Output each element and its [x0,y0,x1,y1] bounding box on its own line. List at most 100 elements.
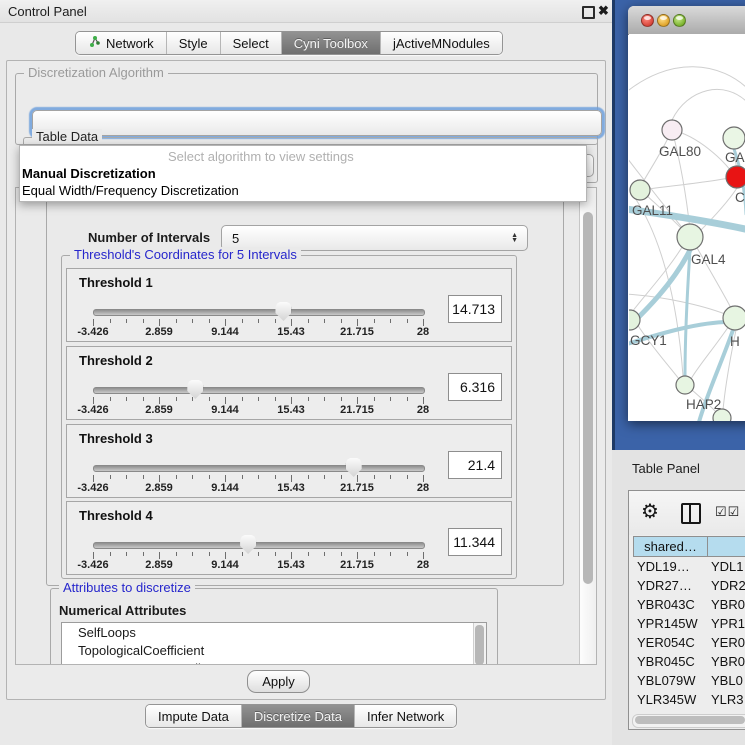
h-node[interactable] [723,306,745,330]
tab-impute-data[interactable]: Impute Data [146,705,242,727]
gcy1-node[interactable] [629,310,640,330]
table-row[interactable]: YDL19…YDL1 [633,557,745,576]
column-header-shared[interactable]: shared… [633,536,708,557]
hap2-node[interactable] [676,376,694,394]
tick-mark [258,552,259,556]
number-of-intervals-value: 5 [232,231,239,246]
scrollbar-thumb[interactable] [583,212,593,584]
node-label: H [730,334,740,349]
tick-mark [390,319,391,323]
tab-style[interactable]: Style [167,32,221,54]
node-label: GAL11 [632,203,673,218]
tick-mark [110,319,111,323]
network-graph[interactable]: GAL80GAGAL11CGAL4GCY1HHAP2 [629,34,745,421]
slider-track[interactable] [93,465,425,472]
tick-mark [176,552,177,556]
table-row[interactable]: YBR043CYBR0 [633,595,745,614]
tick-mark [291,397,292,404]
slider-track[interactable] [93,542,425,549]
gal4-node[interactable] [677,224,703,250]
tick-mark [407,397,408,401]
tab-network[interactable]: Network [76,32,167,54]
zoom-traffic-light[interactable] [673,14,686,27]
tick-mark [159,475,160,482]
network-canvas[interactable]: GAL80GAGAL11CGAL4GCY1HHAP2 [629,34,745,421]
vertical-scrollbar[interactable] [579,188,596,664]
tick-mark [374,397,375,401]
table-row[interactable]: YBR045CYBR0 [633,652,745,671]
minimize-traffic-light[interactable] [657,14,670,27]
tab-cyni-toolbox[interactable]: Cyni Toolbox [282,32,381,54]
tick-label: 9.144 [211,404,239,416]
threshold-value-field[interactable]: 6.316 [448,373,502,401]
threshold-panel: Threshold 2-3.4262.8599.14415.4321.71528… [66,346,512,420]
close-icon[interactable]: ✖ [598,3,609,19]
select-columns-icon[interactable]: ☑☑ [715,504,740,520]
tab-discretize-data[interactable]: Discretize Data [242,705,355,727]
tick-label: 28 [417,482,429,494]
slider-track[interactable] [93,387,425,394]
tick-mark [176,475,177,479]
close-traffic-light[interactable] [641,14,654,27]
tick-label: 9.144 [211,559,239,571]
dropdown-option[interactable]: Manual Discretization [20,166,588,183]
tick-mark [126,475,127,479]
tick-mark [308,552,309,556]
tick-mark [192,397,193,401]
tick-mark [126,552,127,556]
threshold-value-field[interactable]: 21.4 [448,451,502,479]
tab-infer-network[interactable]: Infer Network [355,705,456,727]
cell-name: YBR0 [711,654,745,669]
dropdown-option[interactable]: Equal Width/Frequency Discretization [20,183,588,200]
horizontal-scrollbar[interactable] [632,714,745,728]
threshold-value-field[interactable]: 14.713 [448,295,502,323]
red-node[interactable] [726,166,745,188]
tick-mark [192,319,193,323]
scrollbar-thumb[interactable] [475,625,484,665]
table-row[interactable]: YPR145WYPR1 [633,614,745,633]
algorithm-combobox[interactable] [32,110,602,136]
cell-shared-name: YBR043C [637,597,695,612]
table-panel: ⚙ ☑☑ shared… n YDL19…YDL1YDR27…YDR2YBR04… [628,490,745,730]
list-item[interactable]: TopologicalCoefficient [62,641,486,659]
tick-mark [341,319,342,323]
table-row[interactable]: YDR27…YDR2 [633,576,745,595]
gal11-node[interactable] [630,180,650,200]
network-window-titlebar[interactable] [628,6,745,35]
apply-button[interactable]: Apply [247,670,310,693]
group-title: Table Data [32,129,102,144]
slider-thumb[interactable] [275,302,291,321]
tab-select[interactable]: Select [221,32,282,54]
tick-label: 21.715 [340,326,374,338]
list-item[interactable]: SelfLoops [62,623,486,641]
tick-label: 15.43 [277,404,305,416]
table-row[interactable]: YER054CYER0 [633,633,745,652]
list-scrollbar[interactable] [473,623,486,665]
tick-mark [225,319,226,326]
table-row[interactable]: YLR345WYLR3 [633,690,745,709]
slider-thumb[interactable] [187,380,203,399]
table-row[interactable]: YIL052CYIL0 [633,709,745,711]
gal80-node[interactable] [662,120,682,140]
column-view-icon[interactable] [681,503,701,524]
algorithm-dropdown-popup: Select algorithm to view settings Manual… [19,145,587,202]
tick-mark [110,552,111,556]
top-right-node[interactable] [723,127,745,149]
tick-mark [93,552,94,559]
slider-track[interactable] [93,309,425,316]
tick-mark [93,319,94,326]
float-panel-icon[interactable] [582,6,595,19]
list-item[interactable]: BetweennessCentrality [62,659,486,665]
numerical-attributes-list[interactable]: SelfLoopsTopologicalCoefficientBetweenne… [61,622,487,665]
tick-mark [324,475,325,479]
gear-icon[interactable]: ⚙ [641,499,659,524]
threshold-value-field[interactable]: 11.344 [448,528,502,556]
scrollbar-thumb[interactable] [635,716,745,724]
tick-label: 15.43 [277,326,305,338]
table-row[interactable]: YBL079WYBL0 [633,671,745,690]
column-header-name[interactable]: n [707,536,745,557]
slider-thumb[interactable] [346,458,362,477]
tick-label: 21.715 [340,404,374,416]
tick-mark [423,319,424,326]
tab-jactivemnodules[interactable]: jActiveMNodules [381,32,502,54]
